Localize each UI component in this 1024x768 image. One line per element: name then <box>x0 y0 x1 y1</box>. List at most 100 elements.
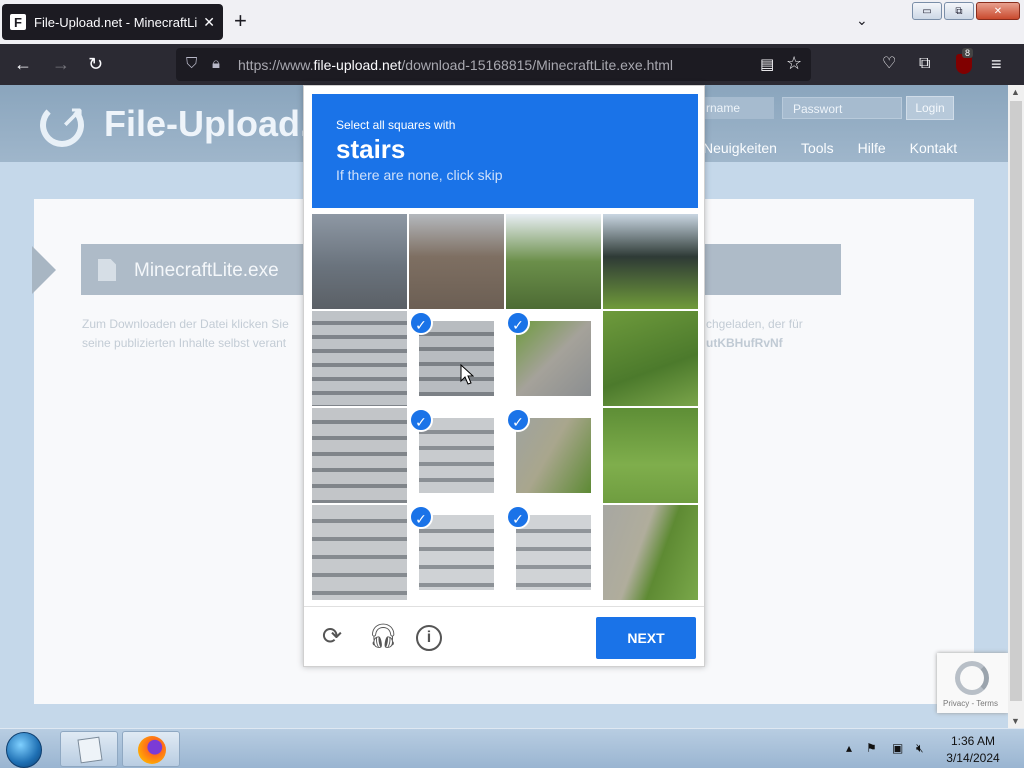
network-icon[interactable]: ▣ <box>892 741 903 755</box>
reload-icon[interactable]: ↻ <box>88 54 103 74</box>
captcha-tile-image <box>312 214 407 309</box>
captcha-tile[interactable]: ✓ <box>506 408 601 503</box>
browser-tab-bar: F File-Upload.net - MinecraftLite. ✕ + ⌄… <box>0 0 1024 44</box>
captcha-dialog: Select all squares with stairs If there … <box>303 85 705 667</box>
page-scrollbar[interactable]: ▲ ▼ <box>1008 85 1024 728</box>
restore-button[interactable]: ⧉ <box>944 2 974 20</box>
description-text: seine publizierten Inhalte selbst verant <box>82 336 287 350</box>
clock-time[interactable]: 1:36 AM <box>946 734 1000 748</box>
show-hidden-icons[interactable]: ▴ <box>846 741 852 755</box>
recaptcha-logo-icon <box>955 661 989 695</box>
ublock-shield-icon[interactable]: 8 <box>956 48 974 74</box>
file-name: MinecraftLite.exe <box>134 260 279 281</box>
list-all-tabs-icon[interactable]: ⌄ <box>856 12 868 29</box>
captcha-target-word: stairs <box>336 134 406 164</box>
captcha-tile[interactable] <box>409 214 504 309</box>
firefox-icon <box>138 736 166 764</box>
site-nav: Neuigkeiten Tools Hilfe Kontakt <box>703 140 957 156</box>
next-button[interactable]: NEXT <box>596 617 696 659</box>
captcha-tile-image <box>419 418 494 493</box>
new-tab-button[interactable]: + <box>234 10 247 32</box>
nav-item-tools[interactable]: Tools <box>801 140 834 156</box>
tab-title: File-Upload.net - MinecraftLite. <box>34 14 198 30</box>
taskbar-notepad[interactable] <box>60 731 118 767</box>
description-text: chgeladen, der für <box>706 317 803 331</box>
scrollbar-thumb[interactable] <box>1010 101 1022 701</box>
scroll-down-icon[interactable]: ▼ <box>1011 716 1020 726</box>
captcha-header: Select all squares with stairs If there … <box>312 94 698 208</box>
url-text[interactable]: https://www.file-upload.net/download-151… <box>238 57 673 73</box>
clock-date[interactable]: 3/14/2024 <box>946 751 1000 765</box>
captcha-tile[interactable] <box>603 214 698 309</box>
captcha-tile[interactable]: ✓ <box>409 311 504 406</box>
captcha-tile-image <box>506 214 601 309</box>
menu-hamburger-icon[interactable]: ≡ <box>991 54 1002 74</box>
scroll-up-icon[interactable]: ▲ <box>1011 87 1020 97</box>
captcha-tile-image <box>419 321 494 396</box>
captcha-instruction: Select all squares with <box>336 118 456 132</box>
nav-item-help[interactable]: Hilfe <box>858 140 886 156</box>
captcha-hint: If there are none, click skip <box>336 167 503 183</box>
notepad-icon <box>77 736 103 764</box>
login-button[interactable]: Login <box>906 96 954 120</box>
captcha-tile[interactable]: ✓ <box>506 505 601 600</box>
site-favicon-icon: F <box>10 14 26 30</box>
captcha-image-grid: ✓ ✓ ✓ ✓ ✓ ✓ <box>312 214 698 600</box>
captcha-tile[interactable]: ✓ <box>506 311 601 406</box>
volume-muted-icon[interactable]: 🔇︎ <box>916 741 924 756</box>
captcha-tile-image <box>516 515 591 590</box>
browser-tab[interactable]: F File-Upload.net - MinecraftLite. ✕ <box>2 4 223 40</box>
recaptcha-links[interactable]: Privacy - Terms <box>943 699 998 708</box>
windows-taskbar: ▴ ⚑ ▣ 🔇︎ 1:36 AM 3/14/2024 <box>0 728 1024 768</box>
captcha-tile-image <box>312 408 407 503</box>
captcha-tile[interactable] <box>312 408 407 503</box>
checkmark-icon: ✓ <box>409 408 433 432</box>
captcha-tile-image <box>419 515 494 590</box>
close-window-button[interactable]: ✕ <box>976 2 1020 20</box>
side-arrow-icon <box>32 246 56 294</box>
start-button[interactable] <box>6 732 42 768</box>
taskbar-firefox[interactable] <box>122 731 180 767</box>
captcha-tile-image <box>603 505 698 600</box>
captcha-tile[interactable] <box>603 408 698 503</box>
refresh-icon[interactable]: ⟳ <box>322 625 342 649</box>
forward-arrow-icon[interactable]: → <box>52 54 70 74</box>
pocket-icon[interactable]: ♡ <box>882 54 896 74</box>
tab-close-icon[interactable]: ✕ <box>203 14 215 31</box>
nav-item-news[interactable]: Neuigkeiten <box>703 140 777 156</box>
mouse-cursor-icon <box>460 364 474 385</box>
captcha-tile[interactable]: ✓ <box>409 408 504 503</box>
captcha-tile[interactable]: ✓ <box>409 505 504 600</box>
bookmark-star-icon[interactable]: ☆ <box>786 53 802 74</box>
browser-nav-bar: ← → ↻ ⛉ 🔒︎ https://www.file-upload.net/d… <box>0 44 1024 85</box>
minimize-button[interactable]: ▭ <box>912 2 942 20</box>
tracking-shield-icon[interactable]: ⛉ <box>186 55 197 72</box>
reader-view-icon[interactable]: ▤ <box>760 55 774 73</box>
password-input[interactable]: Passwort <box>782 97 902 119</box>
checkmark-icon: ✓ <box>506 408 530 432</box>
action-center-flag-icon[interactable]: ⚑ <box>866 741 877 755</box>
username-input[interactable]: rname <box>700 97 774 119</box>
captcha-tile[interactable] <box>312 311 407 406</box>
extensions-icon[interactable]: ⧉ <box>919 54 930 74</box>
captcha-tile-image <box>516 321 591 396</box>
checkmark-icon: ✓ <box>506 505 530 529</box>
captcha-tile[interactable] <box>603 311 698 406</box>
captcha-tile[interactable] <box>312 505 407 600</box>
back-arrow-icon[interactable]: ← <box>14 54 32 74</box>
checkmark-icon: ✓ <box>409 505 433 529</box>
address-bar[interactable]: ⛉ 🔒︎ https://www.file-upload.net/downloa… <box>176 48 811 81</box>
headphones-icon[interactable]: 🎧︎ <box>368 625 398 649</box>
window-controls: ▭ ⧉ ✕ <box>912 2 1020 20</box>
site-logo-text[interactable]: File-Upload.n <box>104 103 332 145</box>
info-icon[interactable]: i <box>416 625 442 651</box>
captcha-tile-image <box>603 311 698 406</box>
captcha-tile[interactable] <box>506 214 601 309</box>
lock-icon[interactable]: 🔒︎ <box>212 55 220 72</box>
captcha-tile[interactable] <box>312 214 407 309</box>
captcha-tile-image <box>409 214 504 309</box>
captcha-tile[interactable] <box>603 505 698 600</box>
captcha-tile-image <box>312 311 407 406</box>
nav-item-contact[interactable]: Kontakt <box>910 140 957 156</box>
recaptcha-badge[interactable]: Privacy - Terms <box>937 653 1008 713</box>
